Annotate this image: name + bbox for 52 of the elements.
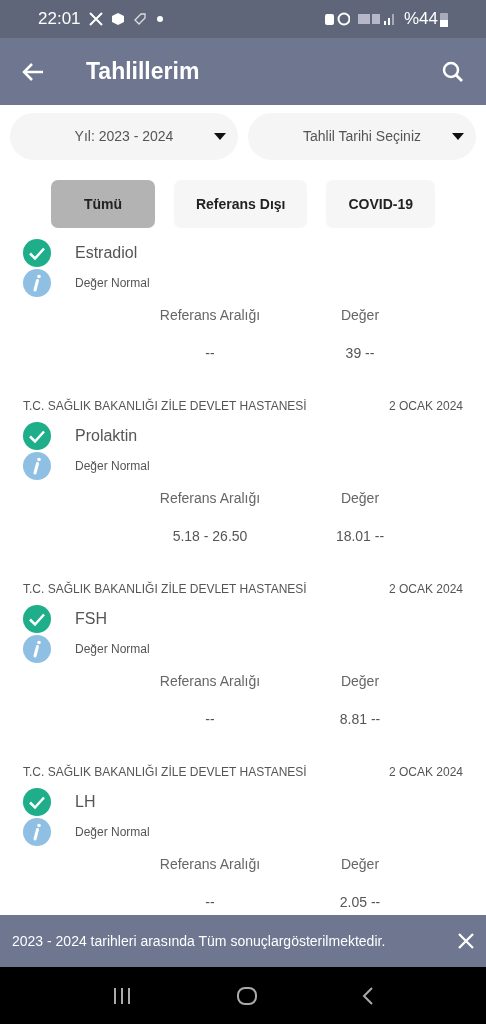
test-name: Prolaktin: [75, 426, 138, 446]
range-header: Referans Aralığı: [158, 305, 262, 325]
status-text: Değer Normal: [75, 641, 150, 658]
value-header: Değer: [339, 305, 381, 325]
hospital-name: T.C. SAĞLIK BAKANLIĞI ZİLE DEVLET HASTANESİ: [23, 763, 307, 781]
range-value: --: [204, 343, 216, 363]
value-header: Değer: [339, 854, 381, 874]
range-header: Referans Aralığı: [158, 488, 262, 508]
dropdown-caret-icon: [214, 133, 226, 140]
status-text: Değer Normal: [75, 824, 150, 841]
search-icon[interactable]: [442, 60, 464, 83]
close-icon[interactable]: [458, 933, 474, 949]
test-name: FSH: [75, 609, 107, 629]
result-value: 39 --: [344, 343, 376, 363]
range-value: --: [204, 709, 216, 729]
range-header: Referans Aralığı: [158, 854, 262, 874]
result-date: 2 OCAK 2024: [388, 581, 463, 598]
filter-tab[interactable]: Referans Dışı: [173, 180, 308, 228]
result-value: 2.05 --: [338, 892, 382, 912]
dropdown-caret-icon: [452, 133, 464, 140]
status-text: Değer Normal: [75, 458, 150, 475]
filter-tab[interactable]: Tümü: [50, 180, 155, 228]
test-name: Estradiol: [75, 243, 138, 263]
result-value: 8.81 --: [338, 709, 382, 729]
test-name: LH: [75, 792, 96, 812]
dot-icon: [156, 16, 163, 22]
tag-icon: [132, 12, 147, 26]
page-title: Tahlillerim: [86, 57, 200, 87]
result-value: 18.01 --: [334, 526, 386, 546]
battery-icon: [440, 11, 448, 27]
back-icon[interactable]: [362, 985, 374, 1006]
range-value: --: [204, 892, 216, 912]
range-value: 5.18 - 26.50: [171, 526, 249, 546]
hospital-name: T.C. SAĞLIK BAKANLIĞI ZİLE DEVLET HASTANESİ: [23, 580, 307, 598]
filter-dropdown[interactable]: Tahlil Tarihi Seçiniz: [248, 113, 476, 160]
cube-icon: [110, 12, 125, 26]
recents-icon[interactable]: [112, 986, 132, 1005]
result-date: 2 OCAK 2024: [388, 398, 463, 415]
range-header: Referans Aralığı: [158, 671, 262, 691]
x-logo-icon: [88, 12, 103, 26]
filter-tab[interactable]: COVID-19: [326, 180, 436, 228]
status-time: 22:01: [38, 8, 81, 31]
battery-percent: %44: [403, 8, 438, 31]
status-text: Değer Normal: [75, 275, 150, 292]
hospital-name: T.C. SAĞLIK BAKANLIĞI ZİLE DEVLET HASTANESİ: [23, 397, 307, 415]
value-header: Değer: [339, 671, 381, 691]
home-icon[interactable]: [236, 985, 258, 1006]
filter-dropdown[interactable]: Yıl: 2023 - 2024: [10, 113, 238, 160]
value-header: Değer: [339, 488, 381, 508]
back-arrow-icon[interactable]: [22, 61, 44, 82]
snackbar-message: 2023 - 2024 tarihleri arasında Tüm sonuçlargösterilmektedir.: [12, 931, 387, 951]
result-date: 2 OCAK 2024: [388, 764, 463, 781]
